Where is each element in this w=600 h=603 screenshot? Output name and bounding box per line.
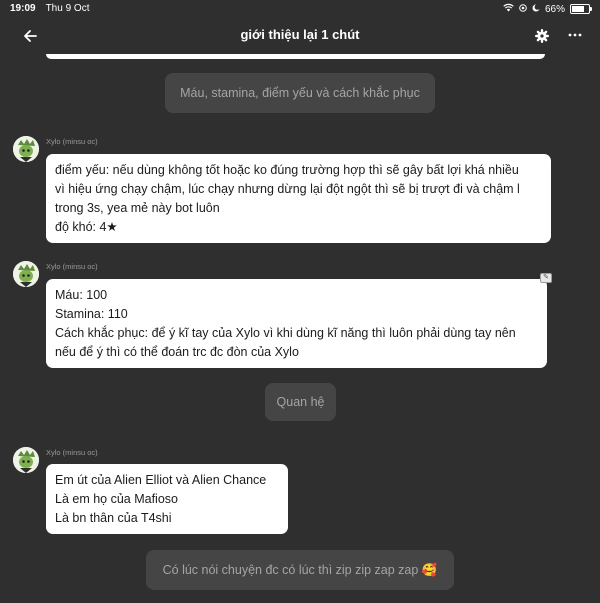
character-name: Xylo (minsu oc): [46, 137, 98, 146]
status-date: Thu 9 Oct: [45, 3, 90, 14]
narration-text: Quan hệ: [276, 395, 325, 409]
character-name: Xylo (minsu oc): [46, 448, 98, 457]
narration-bubble: Quan hệ: [265, 383, 336, 421]
more-dots-icon[interactable]: [562, 23, 588, 47]
character-message[interactable]: Máu: 100 Stamina: 110 Cách khắc phục: để…: [46, 279, 547, 368]
wifi-icon: [503, 3, 514, 15]
moon-icon: [532, 3, 541, 15]
avatar[interactable]: [13, 136, 39, 162]
message-line: Là em họ của Mafioso: [55, 492, 178, 506]
avatar[interactable]: [13, 261, 39, 287]
message-line: Stamina: 110: [55, 307, 128, 321]
status-bar: 19:09 Thu 9 Oct 66%: [0, 0, 600, 18]
narration-bubble: Có lúc nói chuyện đc có lúc thì zip zip …: [146, 550, 454, 590]
avatar[interactable]: [13, 447, 39, 473]
battery-percent: 66%: [544, 3, 565, 15]
narration-bubble: Máu, stamina, điểm yếu và cách khắc phục: [165, 73, 435, 113]
character-message[interactable]: Em út của Alien Elliot và Alien Chance L…: [46, 464, 288, 534]
chat-header: giới thiệu lại 1 chút: [0, 18, 600, 54]
location-icon: [519, 3, 527, 15]
narration-text: Máu, stamina, điểm yếu và cách khắc phục: [180, 86, 420, 100]
gear-icon[interactable]: [530, 24, 554, 48]
message-line: Cách khắc phục: để ý kĩ tay của Xylo vì …: [55, 326, 516, 340]
character-name: Xylo (minsu oc): [46, 262, 98, 271]
message-line: độ khó: 4★: [55, 220, 118, 234]
character-message[interactable]: điểm yếu: nếu dùng không tốt hoặc ko đún…: [46, 154, 551, 243]
status-time: 19:09: [10, 3, 36, 14]
message-line: vì hiệu ứng chạy chậm, lúc chạy nhưng dừ…: [55, 182, 520, 196]
message-line: Em út của Alien Elliot và Alien Chance: [55, 473, 267, 487]
narration-text: Có lúc nói chuyện đc có lúc thì zip zip …: [162, 562, 438, 577]
message-line: nếu để ý thì có thể đoán trc đc đòn của …: [55, 345, 299, 359]
message-line: trong 3s, yea mẻ này bot luôn: [55, 201, 220, 215]
edited-icon[interactable]: ✎: [540, 273, 552, 283]
message-line: điểm yếu: nếu dùng không tốt hoặc ko đún…: [55, 163, 519, 177]
chat-title: giới thiệu lại 1 chút: [240, 27, 360, 42]
message-line: Máu: 100: [55, 288, 108, 302]
battery-icon: [570, 4, 592, 14]
message-line: Là bn thân của T4shi: [55, 511, 172, 525]
previous-message-bubble: [46, 54, 545, 59]
